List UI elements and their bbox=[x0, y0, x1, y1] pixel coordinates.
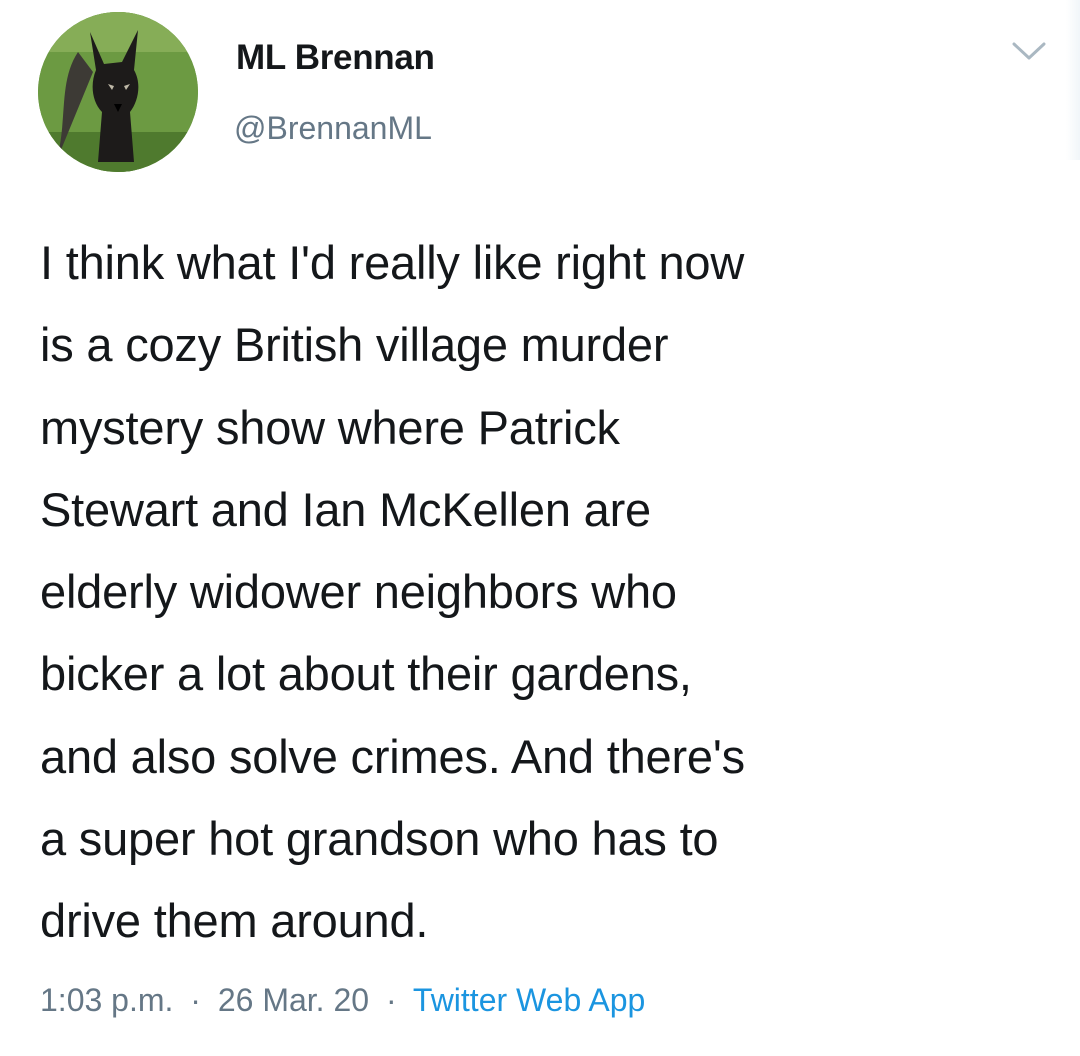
avatar[interactable] bbox=[38, 12, 198, 172]
tweet-text-line: and also solve crimes. And there's bbox=[40, 729, 745, 783]
meta-separator: · bbox=[190, 982, 201, 1018]
tweet-text-line: bicker a lot about their gardens, bbox=[40, 647, 692, 701]
tweet-text: I think what I'd really like right now i… bbox=[40, 222, 1060, 963]
tweet-source-link[interactable]: Twitter Web App bbox=[413, 982, 645, 1018]
tweet-menu-button[interactable] bbox=[1010, 40, 1048, 64]
tweet-card: ML Brennan @BrennanML I think what I'd r… bbox=[0, 0, 1080, 1056]
tweet-metadata: 1:03 p.m. · 26 Mar. 20 · Twitter Web App bbox=[40, 982, 645, 1019]
tweet-text-line: mystery show where Patrick bbox=[40, 400, 620, 454]
avatar-photo-icon bbox=[38, 12, 198, 172]
tweet-text-line: a super hot grandson who has to bbox=[40, 812, 719, 866]
tweet-time[interactable]: 1:03 p.m. bbox=[40, 982, 173, 1018]
tweet-text-line: I think what I'd really like right now bbox=[40, 236, 745, 289]
scroll-edge bbox=[1066, 0, 1080, 160]
author-display-name[interactable]: ML Brennan bbox=[236, 38, 435, 78]
author-handle[interactable]: @BrennanML bbox=[234, 110, 432, 147]
tweet-date[interactable]: 26 Mar. 20 bbox=[218, 982, 369, 1018]
meta-separator: · bbox=[385, 982, 397, 1018]
tweet-text-line: elderly widower neighbors who bbox=[40, 565, 677, 619]
chevron-down-icon bbox=[1012, 42, 1046, 60]
tweet-text-line: is a cozy British village murder bbox=[40, 318, 669, 372]
tweet-text-line: Stewart and Ian McKellen are bbox=[40, 482, 651, 536]
tweet-text-line: drive them around. bbox=[40, 894, 429, 948]
